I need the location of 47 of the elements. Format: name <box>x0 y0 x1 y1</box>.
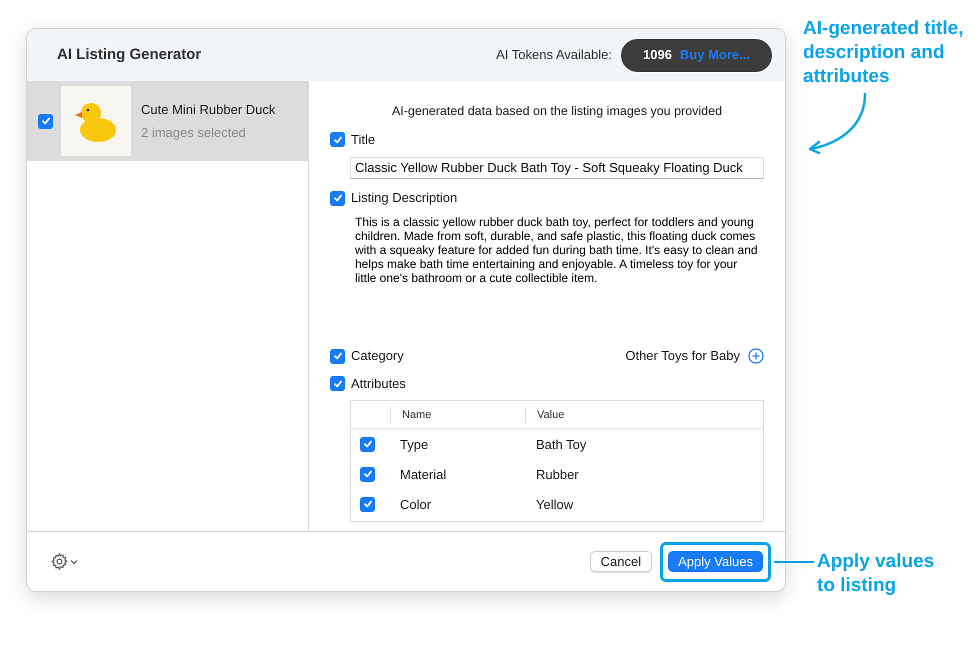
check-icon <box>362 499 372 510</box>
listing-item[interactable]: Cute Mini Rubber Duck 2 images selected <box>27 81 308 161</box>
column-header[interactable]: Name <box>402 406 432 423</box>
table-cell: Material <box>400 466 446 482</box>
annotation-text: Apply values to listing <box>817 550 936 598</box>
checkbox[interactable] <box>360 466 375 482</box>
chevron-down-icon <box>70 558 78 564</box>
listing-name: Cute Mini Rubber Duck <box>141 101 276 119</box>
settings-icon <box>50 552 69 571</box>
table-cell: Rubber <box>536 466 579 482</box>
table-cell: Yellow <box>536 496 574 512</box>
checkbox[interactable] <box>360 496 375 512</box>
checkbox[interactable] <box>38 114 53 128</box>
field-label: Category <box>351 347 404 366</box>
checkbox[interactable] <box>330 132 345 147</box>
table-cell: Type <box>400 436 428 452</box>
check-icon <box>332 193 342 203</box>
listing-subtitle: 2 images selected <box>141 124 247 142</box>
check-icon <box>332 351 342 361</box>
field-label: Listing Description <box>351 189 458 208</box>
check-icon <box>332 134 342 144</box>
column-header[interactable]: Value <box>537 408 564 420</box>
checkbox[interactable] <box>330 348 345 364</box>
table-cell: Bath Toy <box>536 436 586 452</box>
intro-text: AI-generated data based on the listing images you provided <box>390 103 724 120</box>
checkbox[interactable] <box>330 376 345 391</box>
cancel-button[interactable]: Cancel <box>590 551 652 572</box>
check-icon <box>40 116 50 126</box>
apply-button[interactable]: Apply Values <box>668 550 763 572</box>
token-count: 1096 <box>643 46 672 64</box>
check-icon <box>362 439 372 450</box>
description-text: This is a classic yellow rubber duck bath toy, perfect for toddlers and young children. Made from soft, durable, and safe plastic, this floating duck comes with a squeaky feature for added fun during bath time. It's easy to clean and helps make bath time entertaining and enjoyable. A timeless toy for your little one's bathroom or a cute collectible item. <box>354 214 759 285</box>
add-icon[interactable] <box>748 348 764 364</box>
title-field[interactable]: Classic Yellow Rubber Duck Bath Toy - Soft Squeaky Floating Duck <box>350 156 764 179</box>
check-icon <box>362 469 372 480</box>
checkbox[interactable] <box>360 436 375 452</box>
category-value: Other Toys for Baby <box>625 347 740 366</box>
settings-menu[interactable] <box>50 552 78 571</box>
field-label: Title <box>351 130 376 149</box>
annotation-text: AI-generated title, description and attributes <box>803 17 964 89</box>
tokens-label: AI Tokens Available: <box>496 46 612 64</box>
table-cell: Color <box>400 496 432 512</box>
field-label: Attributes <box>351 374 406 393</box>
leader-line <box>774 561 814 563</box>
check-icon <box>332 378 342 388</box>
window-title: AI Listing Generator <box>57 44 202 65</box>
checkbox[interactable] <box>330 190 345 206</box>
